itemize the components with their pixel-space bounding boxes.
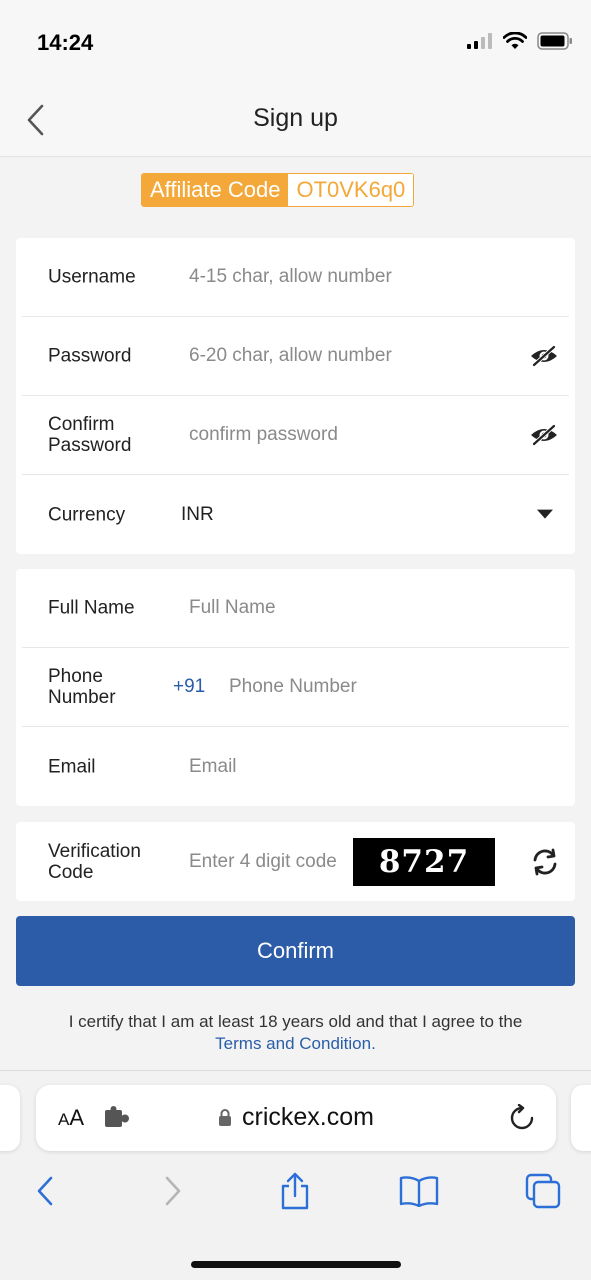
refresh-icon[interactable] — [531, 848, 559, 876]
tabs-icon — [525, 1173, 561, 1209]
phone-input[interactable] — [229, 676, 529, 698]
browser-bottom-bar: AA crickex.com — [0, 1070, 591, 1280]
captcha-image: 8727 — [353, 837, 495, 886]
account-card: Username Password Confirm Password Curre… — [16, 238, 575, 554]
status-time: 14:24 — [37, 30, 94, 55]
username-row: Username — [22, 238, 569, 317]
next-tab-peek[interactable] — [571, 1085, 591, 1151]
reload-icon[interactable] — [508, 1104, 536, 1132]
full-name-label: Full Name — [48, 597, 135, 619]
confirm-password-input[interactable] — [189, 424, 519, 446]
password-row: Password — [22, 317, 569, 396]
url-display[interactable]: crickex.com — [36, 1103, 556, 1132]
url-text: crickex.com — [242, 1103, 374, 1131]
book-icon — [399, 1176, 439, 1207]
confirm-password-label: Confirm Password — [48, 414, 132, 456]
affiliate-code-badge: Affiliate Code OT0VK6q0 — [141, 173, 415, 207]
eye-off-icon[interactable] — [529, 423, 559, 447]
chevron-right-icon — [165, 1176, 181, 1206]
tabs-button[interactable] — [523, 1171, 563, 1211]
username-input[interactable] — [189, 266, 519, 288]
email-label: Email — [48, 756, 96, 777]
email-row: Email — [22, 727, 569, 806]
caret-down-icon[interactable] — [537, 509, 553, 519]
browser-toolbar — [0, 1171, 591, 1215]
full-name-row: Full Name — [22, 569, 569, 648]
share-button[interactable] — [275, 1171, 315, 1211]
currency-label: Currency — [48, 504, 126, 525]
address-bar[interactable]: AA crickex.com — [36, 1085, 556, 1151]
previous-tab-peek[interactable] — [0, 1085, 20, 1151]
currency-row[interactable]: Currency INR — [22, 475, 569, 554]
personal-card: Full Name Phone Number +91 Email — [16, 569, 575, 806]
verification-row: Verification Code 8727 — [22, 822, 569, 901]
eye-off-icon[interactable] — [529, 344, 559, 368]
home-indicator — [191, 1261, 401, 1268]
status-bar: 14:24 — [0, 0, 591, 82]
username-label: Username — [48, 266, 136, 288]
affiliate-code-value: OT0VK6q0 — [288, 174, 414, 206]
email-input[interactable] — [189, 755, 519, 778]
chevron-left-icon — [37, 1176, 53, 1206]
signal-icon — [467, 33, 492, 49]
password-label: Password — [48, 345, 132, 367]
bookmarks-button[interactable] — [399, 1171, 439, 1211]
wifi-icon — [503, 32, 527, 49]
terms-link[interactable]: Terms and Condition. — [0, 1033, 591, 1055]
verification-card: Verification Code 8727 — [16, 822, 575, 901]
phone-country-code[interactable]: +91 — [173, 676, 205, 698]
page-header: Sign up — [0, 82, 591, 157]
password-input[interactable] — [189, 345, 519, 367]
browser-back-button[interactable] — [25, 1171, 65, 1211]
phone-label: Phone Number — [48, 666, 116, 708]
status-icons — [467, 32, 573, 50]
page-title: Sign up — [253, 104, 338, 132]
share-icon — [281, 1172, 309, 1210]
affiliate-code-label: Affiliate Code — [142, 174, 289, 206]
verification-label: Verification Code — [48, 840, 141, 883]
battery-icon — [537, 32, 572, 50]
phone-row: Phone Number +91 — [22, 648, 569, 727]
browser-forward-button[interactable] — [153, 1171, 193, 1211]
full-name-input[interactable] — [189, 597, 519, 619]
confirm-button[interactable]: Confirm — [16, 916, 575, 986]
verification-code-input[interactable] — [189, 850, 354, 873]
currency-select[interactable]: INR — [181, 504, 214, 526]
lock-icon — [219, 1109, 232, 1126]
certify-text-block: I certify that I am at least 18 years ol… — [0, 1011, 591, 1055]
certify-text: I certify that I am at least 18 years ol… — [68, 1012, 523, 1031]
confirm-password-row: Confirm Password — [22, 396, 569, 475]
